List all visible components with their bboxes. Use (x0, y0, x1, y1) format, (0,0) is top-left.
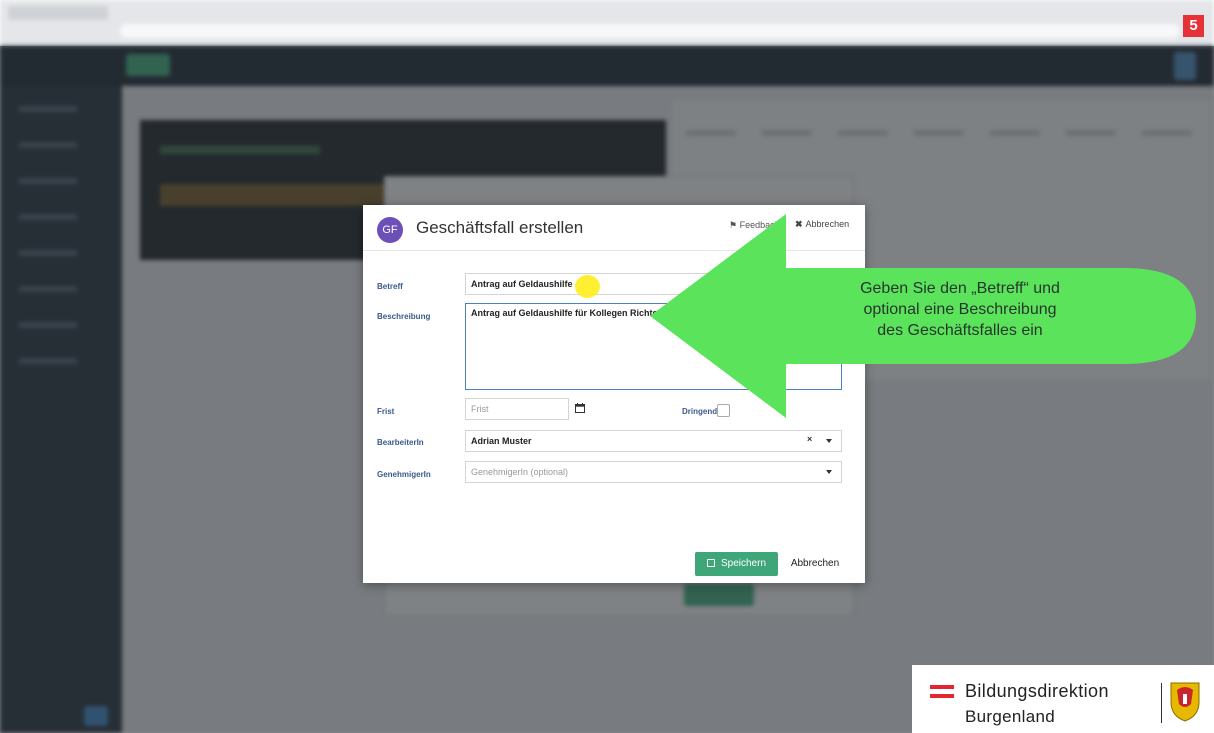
browser-bar (0, 0, 1214, 46)
logo-title: Bildungsdirektion (965, 681, 1109, 701)
genehmigerin-label: GenehmigerIn (377, 470, 431, 479)
genehmigerin-placeholder: GenehmigerIn (optional) (471, 467, 569, 477)
save-button[interactable]: Speichern (695, 552, 778, 576)
step-number-badge: 5 (1183, 15, 1204, 37)
callout-line-3: des Geschäftsfalles ein (877, 322, 1043, 339)
burgenland-crest-icon (1170, 682, 1200, 722)
dialog-title: Geschäftsfall erstellen (416, 218, 584, 237)
bildungsdirektion-logo: Bildungsdirektion Burgenland (912, 665, 1214, 733)
logo-divider (1161, 683, 1162, 723)
beschreibung-label: Beschreibung (377, 312, 431, 321)
case-avatar: GF (377, 217, 403, 243)
save-label: Speichern (720, 558, 767, 569)
frist-label: Frist (377, 407, 395, 416)
bearbeiterin-select[interactable]: Adrian Muster (465, 430, 842, 452)
bearbeiterin-label: BearbeiterIn (377, 438, 424, 447)
callout-line-2: optional eine Beschreibung (863, 301, 1057, 318)
cursor-highlight (575, 275, 600, 298)
calendar-icon[interactable] (575, 403, 585, 413)
callout-text: Geben Sie den „Betreff“ und optional ein… (800, 278, 1120, 341)
genehmigerin-select[interactable]: GenehmigerIn (optional) (465, 461, 842, 483)
austria-flag-icon (930, 685, 954, 699)
address-bar (120, 24, 1180, 38)
frist-input[interactable]: Frist (465, 398, 569, 420)
browser-tab (8, 6, 108, 20)
cancel-button[interactable]: Abbrechen (785, 552, 845, 576)
frist-placeholder: Frist (471, 404, 489, 414)
save-icon (706, 559, 715, 567)
bearbeiterin-value: Adrian Muster (471, 436, 532, 446)
chevron-down-icon[interactable] (826, 470, 832, 474)
betreff-value: Antrag auf Geldaushilfe (471, 279, 573, 289)
logo-subtitle: Burgenland (965, 707, 1055, 726)
chevron-down-icon[interactable] (826, 439, 832, 443)
callout-line-1: Geben Sie den „Betreff“ und (860, 280, 1060, 297)
clear-selection-icon[interactable]: × (807, 434, 812, 444)
betreff-label: Betreff (377, 282, 403, 291)
